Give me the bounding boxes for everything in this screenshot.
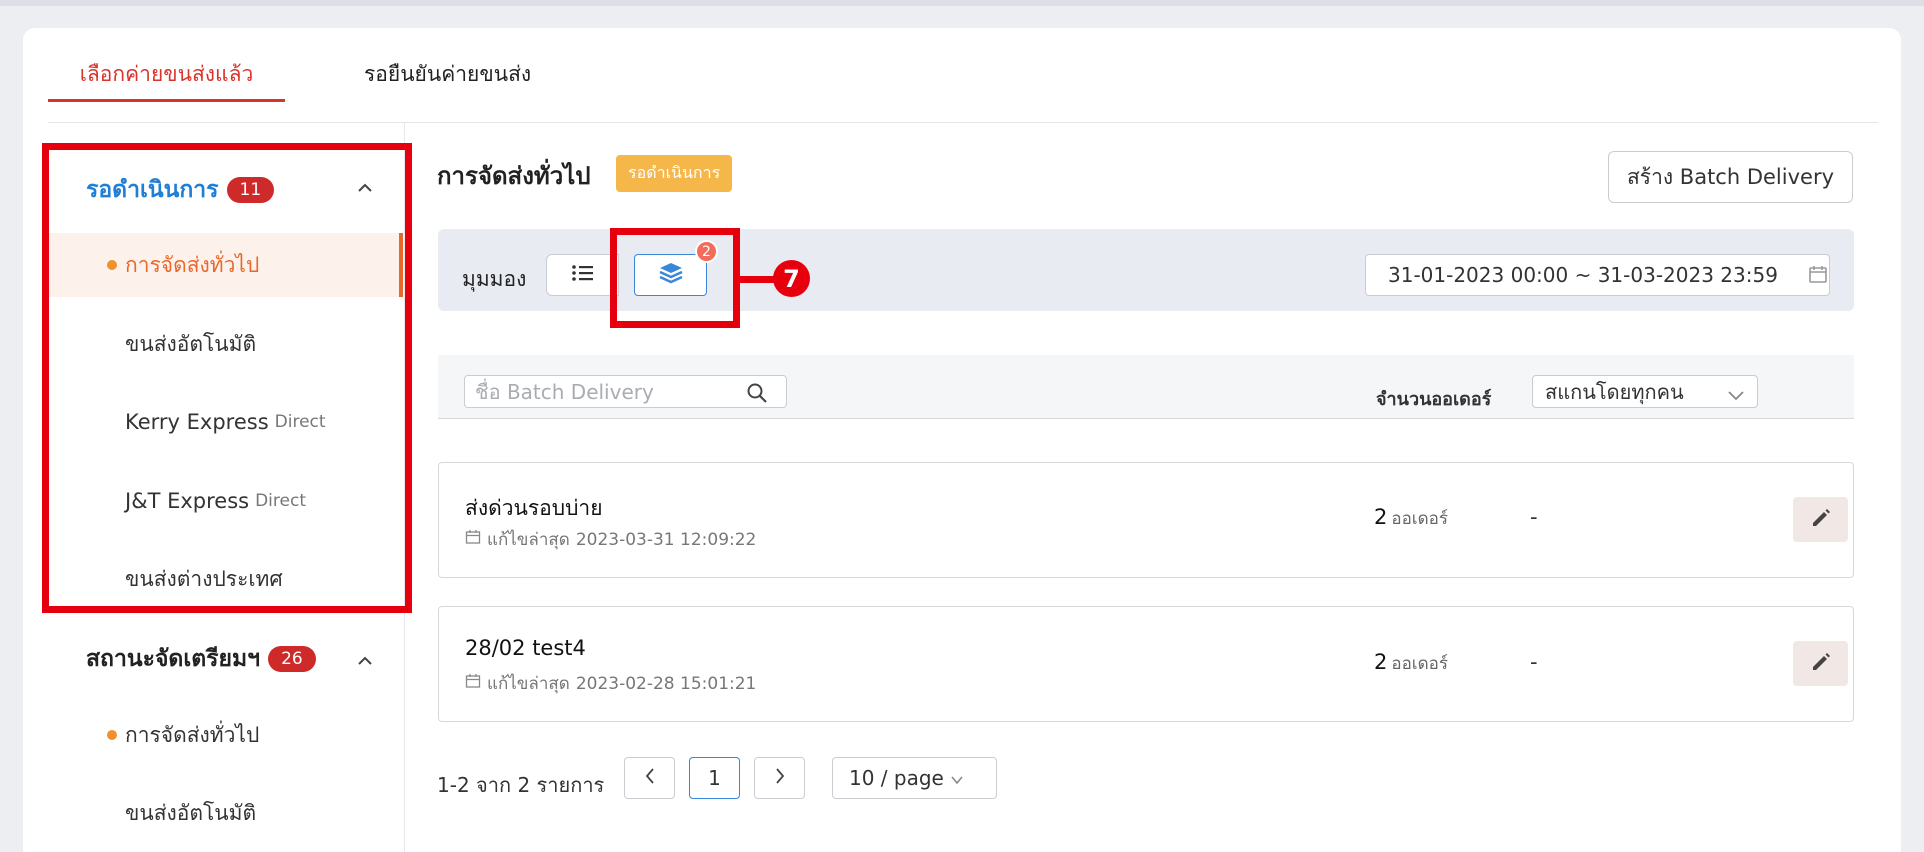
batch-edited-meta: แก้ไขล่าสุด 2023-02-28 15:01:21	[465, 670, 756, 697]
chevron-left-icon	[644, 766, 656, 790]
tab-selected-carrier-label: เลือกค่ายขนส่งแล้ว	[79, 62, 254, 86]
view-label: มุมมอง	[462, 267, 527, 291]
sidebar-item-label: ขนส่งอัตโนมัติ	[125, 800, 257, 825]
scanner-select-value: สแกนโดยทุกคน	[1545, 379, 1684, 404]
calendar-icon[interactable]	[1808, 264, 1828, 288]
sidebar-item-auto-shipping-2[interactable]: ขนส่งอัตโนมัติ	[48, 781, 405, 845]
batch-row[interactable]	[438, 462, 1854, 578]
chevron-down-icon	[950, 766, 964, 790]
chevron-down-icon	[1727, 386, 1745, 405]
date-range-value: 31-01-2023 00:00 ~ 31-03-2023 23:59	[1388, 263, 1778, 287]
chevron-right-icon	[774, 766, 786, 790]
tab-pending-carrier[interactable]: รอยืนยันค่ายขนส่ง	[364, 58, 531, 108]
sidebar-group-preparing-label: สถานะจัดเตรียมฯ	[86, 646, 261, 672]
edit-button[interactable]	[1793, 641, 1848, 686]
order-count-unit: ออเดอร์	[1391, 509, 1448, 529]
batch-name: ส่งด่วนรอบบ่าย	[465, 496, 603, 520]
order-count: 2 ออเดอร์	[1374, 650, 1448, 677]
pagination-summary: 1-2 จาก 2 รายการ	[437, 773, 605, 797]
list-view-button[interactable]	[546, 254, 619, 296]
order-count-value: 2	[1374, 650, 1388, 674]
batch-edited-meta: แก้ไขล่าสุด 2023-03-31 12:09:22	[465, 526, 756, 553]
create-batch-delivery-button[interactable]: สร้าง Batch Delivery	[1608, 151, 1853, 203]
callout-number-badge: 7	[773, 260, 810, 297]
pencil-icon	[1809, 650, 1833, 678]
status-badge: รอดำเนินการ	[616, 155, 733, 192]
top-shadow	[0, 0, 1924, 6]
order-count: 2 ออเดอร์	[1374, 505, 1448, 532]
page-title: การจัดส่งทั่วไป	[437, 162, 591, 190]
tab-pending-carrier-label: รอยืนยันค่ายขนส่ง	[364, 62, 532, 86]
collapse-preparing-icon[interactable]	[357, 651, 373, 672]
calendar-small-icon	[465, 673, 481, 694]
search-placeholder: ชื่อ Batch Delivery	[475, 379, 654, 404]
page-1-button[interactable]: 1	[689, 757, 740, 799]
scanner-select[interactable]: สแกนโดยทุกคน	[1532, 375, 1758, 408]
scanner-value: -	[1530, 505, 1538, 529]
edited-label: แก้ไขล่าสุด	[487, 674, 570, 694]
edit-button[interactable]	[1793, 497, 1848, 542]
highlight-box-sidebar	[42, 143, 412, 613]
page-size-value: 10 / page	[849, 766, 944, 790]
prev-page-button[interactable]	[624, 757, 675, 799]
list-icon	[571, 263, 595, 287]
search-icon[interactable]	[746, 382, 768, 408]
batch-row[interactable]	[438, 606, 1854, 722]
dot-icon	[107, 730, 117, 740]
pencil-icon	[1809, 506, 1833, 534]
calendar-small-icon	[465, 529, 481, 550]
page-size-select[interactable]: 10 / page	[832, 757, 997, 799]
highlight-box-view	[610, 228, 740, 328]
orders-column-header: จำนวนออเดอร์	[1376, 389, 1492, 410]
sidebar-group-preparing[interactable]: สถานะจัดเตรียมฯ 26	[86, 641, 316, 677]
sidebar-item-label: การจัดส่งทั่วไป	[125, 722, 260, 747]
scanner-value: -	[1530, 650, 1538, 674]
order-count-value: 2	[1374, 505, 1388, 529]
preparing-count-badge: 26	[268, 646, 316, 672]
edited-label: แก้ไขล่าสุด	[487, 530, 570, 550]
search-input[interactable]: ชื่อ Batch Delivery	[464, 375, 787, 408]
batch-name: 28/02 test4	[465, 636, 586, 660]
sidebar-item-general-shipping-2[interactable]: การจัดส่งทั่วไป	[48, 703, 405, 767]
date-range-picker[interactable]: 31-01-2023 00:00 ~ 31-03-2023 23:59	[1365, 254, 1830, 296]
next-page-button[interactable]	[754, 757, 805, 799]
callout-connector	[740, 276, 774, 283]
order-count-unit: ออเดอร์	[1391, 654, 1448, 674]
edited-timestamp: 2023-02-28 15:01:21	[575, 673, 757, 694]
tab-selected-carrier[interactable]: เลือกค่ายขนส่งแล้ว	[48, 58, 285, 102]
edited-timestamp: 2023-03-31 12:09:22	[575, 529, 757, 550]
